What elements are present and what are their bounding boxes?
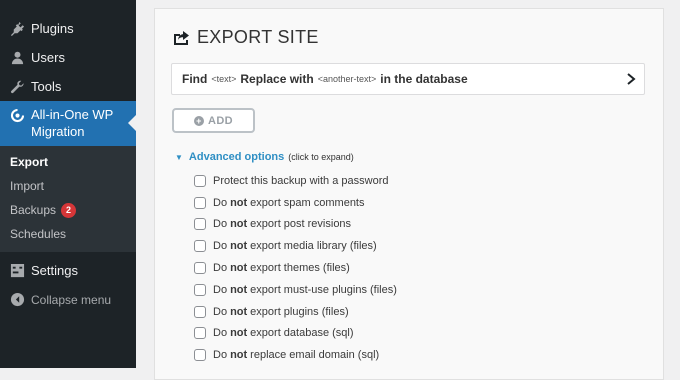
advanced-options-label: Advanced options [188,151,285,163]
settings-icon [9,263,25,279]
menu-item-settings[interactable]: Settings [0,256,136,285]
export-icon [174,30,189,45]
menu-label-line2: Migration [31,124,85,139]
checkbox[interactable] [194,196,206,209]
option-label: export post revisions [250,218,352,231]
find-suffix: in the database [380,72,468,86]
checkbox[interactable] [194,174,206,187]
option-bold: not [230,196,248,209]
option-pre: Do [213,283,228,296]
option-pre: Do [213,240,228,253]
plus-circle-icon: + [193,115,204,126]
option-label: export spam comments [250,196,365,209]
export-panel: EXPORT SITE Find <text> Replace with <an… [154,8,664,380]
menu-label-settings: Settings [31,263,78,278]
option-bold: not [230,218,248,231]
add-button[interactable]: + ADD [172,108,255,133]
collapse-menu-button[interactable]: Collapse menu [0,285,136,314]
option-label: export must-use plugins (files) [250,283,397,296]
submenu-item-export[interactable]: Export [0,150,136,174]
users-icon [9,50,25,66]
menu-label-users: Users [31,50,65,65]
checkbox[interactable] [194,349,206,362]
option-label: replace email domain (sql) [250,349,380,362]
submenu-item-backups[interactable]: Backups 2 [0,198,136,222]
menu-label-line1: All-in-One WP [31,107,114,122]
option-bold: not [230,305,248,318]
find-placeholder: <text> [211,74,237,84]
page-header: EXPORT SITE [172,27,319,48]
option-pre: Do [213,349,228,362]
option-label: Protect this backup with a password [213,174,389,187]
tools-icon [9,79,25,95]
find-replace-row[interactable]: Find <text> Replace with <another-text> … [171,63,645,95]
chevron-right-icon [627,73,636,85]
collapse-icon [9,292,25,308]
advanced-options-hint: (click to expand) [288,152,354,162]
admin-sidebar: Plugins Users Tools All-in-One WP Migrat… [0,0,136,368]
plugins-icon [9,21,25,37]
option-bold: not [230,283,248,296]
aiowpm-submenu: Export Import Backups 2 Schedules [0,146,136,252]
option-label: export database (sql) [250,327,354,340]
menu-label-plugins: Plugins [31,21,74,36]
option-bold: not [230,240,248,253]
checkbox[interactable] [194,218,206,231]
menu-item-all-in-one-wp-migration[interactable]: All-in-One WP Migration [0,101,136,146]
submenu-item-schedules[interactable]: Schedules [0,222,136,246]
option-label: export media library (files) [250,240,377,253]
menu-item-users[interactable]: Users [0,43,136,72]
option-no-media-library[interactable]: Do not export media library (files) [194,235,397,257]
find-label: Find [182,72,208,86]
triangle-down-icon: ▼ [175,152,183,162]
option-no-database[interactable]: Do not export database (sql) [194,323,397,345]
option-label: export plugins (files) [250,305,349,318]
submenu-label-schedules: Schedules [10,227,67,241]
option-pre: Do [213,218,228,231]
checkbox[interactable] [194,240,206,253]
option-no-mu-plugins[interactable]: Do not export must-use plugins (files) [194,279,397,301]
add-button-label: ADD [207,114,234,127]
submenu-item-import[interactable]: Import [0,174,136,198]
option-pre: Do [213,262,228,275]
replace-placeholder: <another-text> [317,74,377,84]
option-no-post-revisions[interactable]: Do not export post revisions [194,214,397,236]
aiowpm-logo-icon [9,107,25,123]
option-no-plugins[interactable]: Do not export plugins (files) [194,301,397,323]
checkbox[interactable] [194,327,206,340]
advanced-options-list: Protect this backup with a password Do no… [194,170,397,366]
advanced-options-toggle[interactable]: ▼ Advanced options (click to expand) [175,151,354,163]
checkbox[interactable] [194,305,206,318]
collapse-menu-label: Collapse menu [31,292,112,307]
option-no-email-replace[interactable]: Do not replace email domain (sql) [194,344,397,366]
option-pre: Do [213,196,228,209]
menu-label-aiowpm: All-in-One WP Migration [31,106,113,140]
option-pre: Do [213,327,228,340]
checkbox[interactable] [194,283,206,296]
submenu-label-import: Import [10,179,45,193]
option-bold: not [230,262,248,275]
option-label: export themes (files) [250,262,350,275]
menu-item-tools[interactable]: Tools [0,72,136,101]
option-protect-password[interactable]: Protect this backup with a password [194,170,397,192]
option-no-themes[interactable]: Do not export themes (files) [194,257,397,279]
checkbox[interactable] [194,262,206,275]
option-pre: Do [213,305,228,318]
submenu-label-export: Export [10,155,49,169]
backups-count-badge: 2 [61,202,77,218]
replace-label: Replace with [240,72,314,86]
menu-item-plugins[interactable]: Plugins [0,14,136,43]
option-bold: not [230,349,248,362]
option-bold: not [230,327,248,340]
menu-label-tools: Tools [31,79,62,94]
option-no-spam-comments[interactable]: Do not export spam comments [194,192,397,214]
submenu-label-backups: Backups [10,203,57,217]
page-title: EXPORT SITE [197,27,319,47]
